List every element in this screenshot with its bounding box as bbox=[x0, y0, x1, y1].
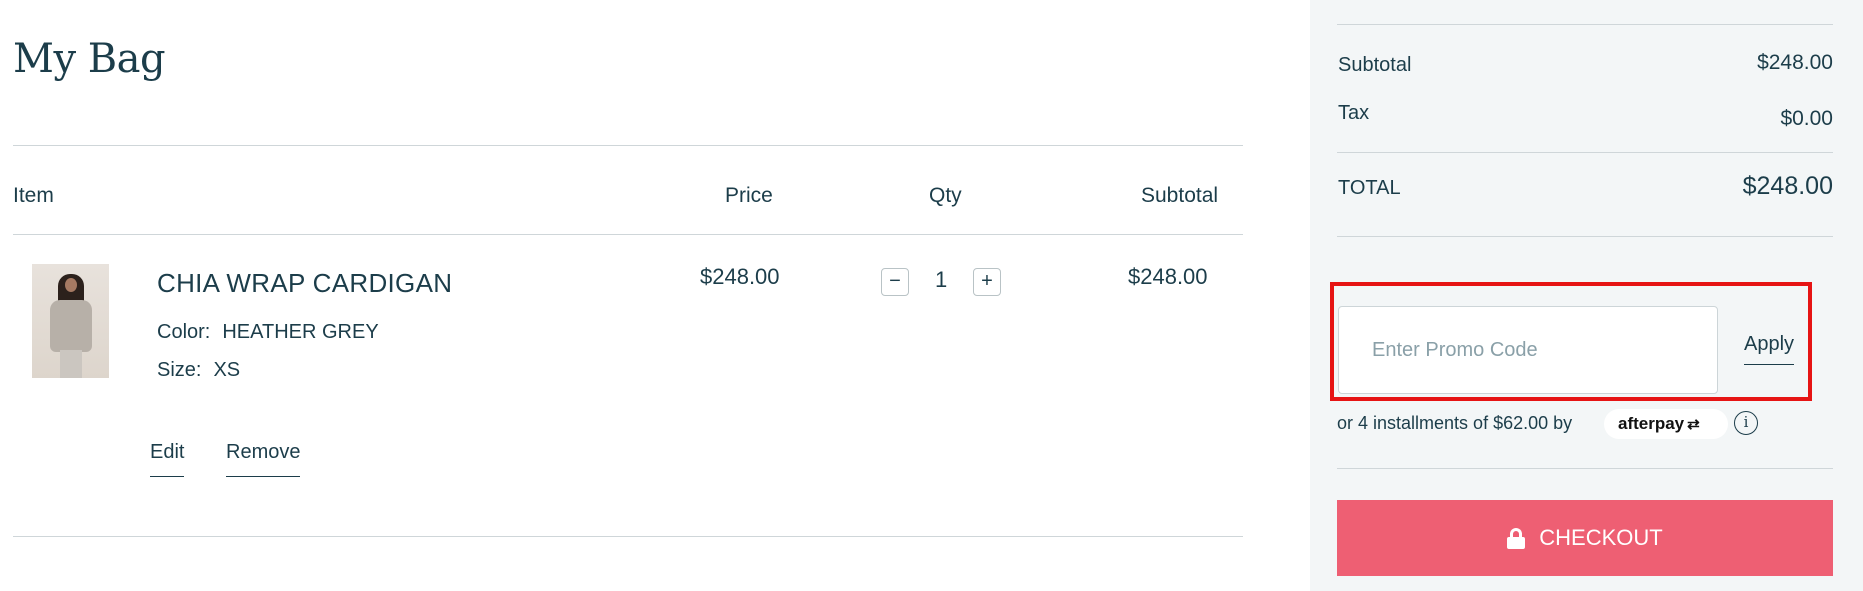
product-thumbnail[interactable] bbox=[32, 264, 109, 378]
column-header-price: Price bbox=[725, 184, 773, 207]
size-label: Size: bbox=[157, 359, 202, 381]
divider bbox=[13, 536, 1243, 537]
afterpay-mark-icon: ⇄ bbox=[1687, 416, 1700, 433]
tax-value: $0.00 bbox=[1780, 107, 1833, 130]
afterpay-logo-text: afterpay bbox=[1618, 414, 1685, 433]
product-color: Color: HEATHER GREY bbox=[157, 321, 379, 344]
item-price: $248.00 bbox=[700, 264, 780, 289]
color-label: Color: bbox=[157, 321, 211, 343]
item-subtotal: $248.00 bbox=[1128, 264, 1208, 289]
remove-link[interactable]: Remove bbox=[226, 441, 301, 477]
edit-link[interactable]: Edit bbox=[150, 441, 185, 477]
afterpay-logo: afterpay ⇄ bbox=[1604, 409, 1728, 439]
size-value: XS bbox=[213, 359, 241, 381]
color-value: HEATHER GREY bbox=[222, 321, 379, 343]
product-name[interactable]: CHIA WRAP CARDIGAN bbox=[157, 268, 452, 299]
divider bbox=[1337, 236, 1833, 237]
lock-icon bbox=[1507, 528, 1526, 549]
divider bbox=[1337, 468, 1833, 469]
qty-increment-button[interactable]: + bbox=[973, 268, 1001, 296]
column-header-subtotal: Subtotal bbox=[1141, 184, 1219, 207]
subtotal-value: $248.00 bbox=[1757, 51, 1833, 74]
cart-panel: My Bag Item Price Qty Subtotal CHIA WRAP… bbox=[0, 0, 1310, 591]
apply-promo-button[interactable]: Apply bbox=[1744, 333, 1795, 365]
product-size: Size: XS bbox=[157, 359, 240, 382]
subtotal-label: Subtotal bbox=[1338, 54, 1412, 76]
divider bbox=[13, 234, 1243, 235]
checkout-button[interactable]: CHECKOUT bbox=[1337, 500, 1833, 576]
checkout-label: CHECKOUT bbox=[1539, 525, 1663, 550]
promo-code-input[interactable] bbox=[1338, 306, 1718, 394]
total-label: TOTAL bbox=[1338, 177, 1401, 199]
page-title: My Bag bbox=[13, 36, 166, 82]
tax-label: Tax bbox=[1338, 102, 1370, 124]
column-header-qty: Qty bbox=[929, 184, 962, 207]
divider bbox=[13, 145, 1243, 146]
afterpay-installments-text: or 4 installments of $62.00 by bbox=[1337, 413, 1573, 433]
divider bbox=[1337, 152, 1833, 153]
divider bbox=[1337, 24, 1833, 25]
total-value: $248.00 bbox=[1742, 172, 1833, 200]
qty-value: 1 bbox=[935, 267, 948, 292]
info-icon[interactable]: i bbox=[1734, 411, 1758, 435]
column-header-item: Item bbox=[13, 184, 54, 207]
qty-decrement-button[interactable]: − bbox=[881, 268, 909, 296]
